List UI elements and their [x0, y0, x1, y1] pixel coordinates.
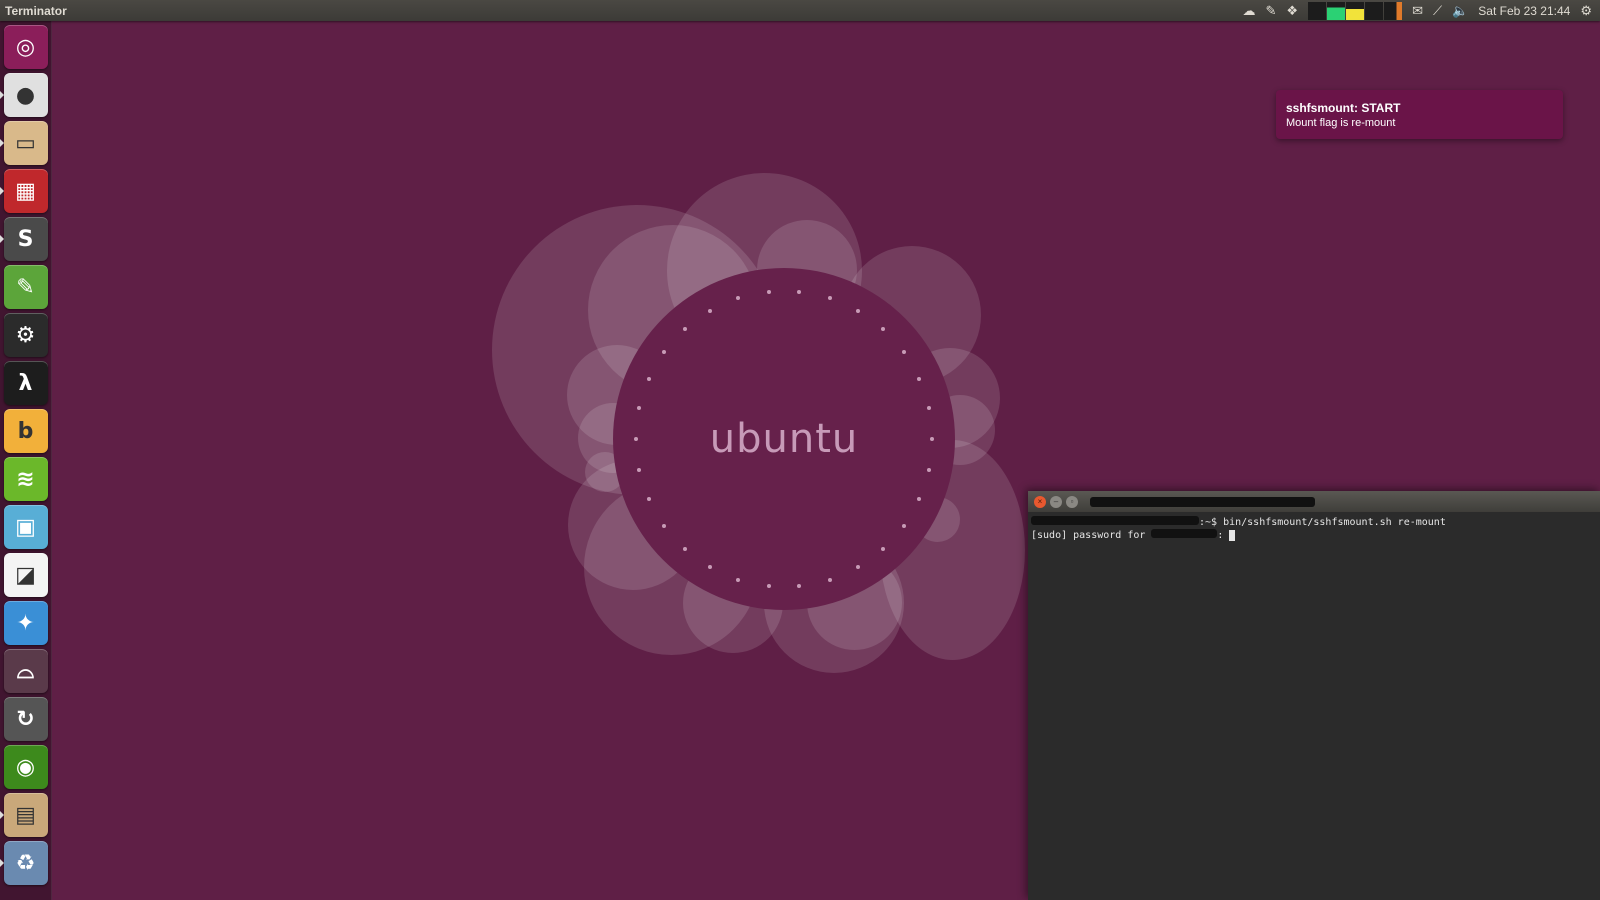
pin-icon[interactable]: ✎	[1266, 0, 1277, 21]
launcher-trash-icon[interactable]: ♻	[0, 841, 48, 885]
volume-icon[interactable]: 🔈	[1452, 0, 1468, 21]
ring-dot	[917, 376, 922, 381]
launcher-hat-app-icon[interactable]: ⌓	[3, 649, 48, 693]
update-manager-glyph: ↻	[16, 706, 35, 732]
terminal-line-command: :~$ bin/sshfsmount/sshfsmount.sh re-moun…	[1031, 516, 1597, 529]
ring-dot	[901, 350, 906, 354]
launcher-virtualbox-icon[interactable]: ▣	[3, 505, 48, 549]
ring-dot	[634, 437, 638, 441]
terminator-glyph: ▦	[15, 178, 36, 204]
ring-dot	[708, 308, 712, 313]
remmina-glyph: ✦	[16, 610, 35, 636]
terminal-title-redacted	[1090, 496, 1315, 507]
ring-dot	[827, 577, 832, 582]
ring-dot	[856, 308, 860, 313]
ring-dot	[646, 497, 651, 502]
active-app-title: Terminator	[5, 3, 67, 18]
launcher-chrome-icon[interactable]: ●	[0, 73, 48, 117]
evernote-glyph: ✎	[16, 274, 35, 300]
ring-dot	[926, 467, 931, 472]
ring-dot	[682, 546, 687, 551]
command-text: :~$ bin/sshfsmount/sshfsmount.sh re-moun…	[1199, 517, 1446, 528]
half-life-glyph: λ	[18, 370, 33, 396]
maximize-button[interactable]: ▫	[1066, 495, 1078, 508]
running-indicator	[0, 811, 4, 819]
running-indicator	[0, 139, 4, 147]
system-monitor[interactable]	[1308, 1, 1403, 20]
cloud-icon[interactable]: ☁	[1243, 0, 1256, 21]
launcher-bitcoin-icon[interactable]: b	[3, 409, 48, 453]
launcher-mysql-workbench-icon[interactable]: ◪	[3, 553, 48, 597]
ring-dot	[736, 577, 741, 582]
trash-glyph: ♻	[15, 850, 36, 876]
steam-glyph: ⚙	[15, 322, 36, 348]
mysql-workbench-glyph: ◪	[15, 562, 36, 588]
spotify-glyph: ≋	[16, 466, 35, 492]
launcher-update-manager-icon[interactable]: ↻	[3, 697, 48, 741]
ring-dot	[766, 289, 771, 294]
launcher-remmina-icon[interactable]: ✦	[3, 601, 48, 645]
launcher: ◎ ● ▭ ▦ S ✎ ⚙ λ b ≋ ▣ ◪ ✦ ⌓ ↻ ◉ ▤ ♻	[0, 21, 52, 900]
sublime-text-glyph: S	[17, 226, 34, 252]
notification-body: Mount flag is re-mount	[1286, 117, 1396, 129]
top-panel: Terminator ☁ ✎ ❖ ✉ ⟋ 🔈 Sat Feb 23 21:44 …	[0, 0, 1600, 21]
ring-dot	[827, 296, 832, 301]
running-indicator	[0, 187, 4, 195]
prompt-redacted	[1031, 516, 1199, 525]
ring-dot	[637, 467, 642, 472]
terminal-output[interactable]: :~$ bin/sshfsmount/sshfsmount.sh re-moun…	[1028, 512, 1600, 546]
terminal-cursor	[1229, 529, 1236, 541]
running-indicator	[0, 91, 4, 99]
ring-dot	[930, 437, 934, 441]
ring-dot	[682, 327, 687, 331]
gear-icon[interactable]: ⚙	[1580, 0, 1592, 21]
ring-dot	[926, 406, 931, 411]
files-glyph: ▭	[15, 130, 36, 156]
ubuntu-wordmark: ubuntu	[709, 416, 859, 462]
launcher-nvidia-settings-icon[interactable]: ◉	[3, 745, 48, 789]
virtualbox-glyph: ▣	[15, 514, 36, 540]
notification-bubble: sshfsmount: START Mount flag is re-mount	[1276, 90, 1563, 139]
terminal-titlebar[interactable]: × – ▫	[1028, 491, 1600, 512]
clock[interactable]: Sat Feb 23 21:44	[1478, 4, 1570, 18]
launcher-steam-icon[interactable]: ⚙	[3, 313, 48, 357]
ubuntu-circle: ubuntu	[613, 268, 955, 610]
running-indicator	[0, 859, 4, 867]
ring-dot	[766, 584, 771, 589]
running-indicator	[0, 235, 4, 243]
sudo-prompt: [sudo] password for	[1031, 530, 1152, 541]
ring-dot	[901, 523, 906, 528]
dropbox-icon[interactable]: ❖	[1286, 0, 1298, 21]
ring-dot	[881, 546, 886, 551]
launcher-dash-home-icon[interactable]: ◎	[3, 25, 48, 69]
minimize-button[interactable]: –	[1050, 495, 1062, 508]
launcher-software-center-icon[interactable]: ▤	[0, 793, 48, 837]
dash-home-glyph: ◎	[15, 34, 36, 60]
ring-dot	[881, 327, 886, 331]
username-redacted	[1151, 529, 1218, 538]
network-icon[interactable]: ⟋	[1433, 0, 1442, 21]
launcher-sublime-text-icon[interactable]: S	[0, 217, 48, 261]
chrome-glyph: ●	[15, 82, 36, 108]
bitcoin-glyph: b	[17, 418, 34, 444]
close-button[interactable]: ×	[1034, 495, 1046, 508]
launcher-evernote-icon[interactable]: ✎	[3, 265, 48, 309]
launcher-spotify-icon[interactable]: ≋	[3, 457, 48, 501]
launcher-files-icon[interactable]: ▭	[0, 121, 48, 165]
indicator-area: ☁ ✎ ❖ ✉ ⟋ 🔈 Sat Feb 23 21:44 ⚙	[1243, 0, 1600, 21]
launcher-terminator-icon[interactable]: ▦	[0, 169, 48, 213]
hat-app-glyph: ⌓	[16, 658, 35, 684]
mail-icon[interactable]: ✉	[1412, 0, 1423, 21]
nvidia-settings-glyph: ◉	[15, 754, 36, 780]
ring-dot	[646, 376, 651, 381]
sudo-colon: :	[1217, 530, 1224, 541]
launcher-half-life-icon[interactable]: λ	[3, 361, 48, 405]
terminal-window[interactable]: × – ▫ :~$ bin/sshfsmount/sshfsmount.sh r…	[1028, 491, 1600, 900]
notification-title: sshfsmount: START	[1286, 101, 1401, 115]
terminal-line-sudo: [sudo] password for :	[1031, 529, 1597, 542]
software-center-glyph: ▤	[15, 802, 36, 828]
